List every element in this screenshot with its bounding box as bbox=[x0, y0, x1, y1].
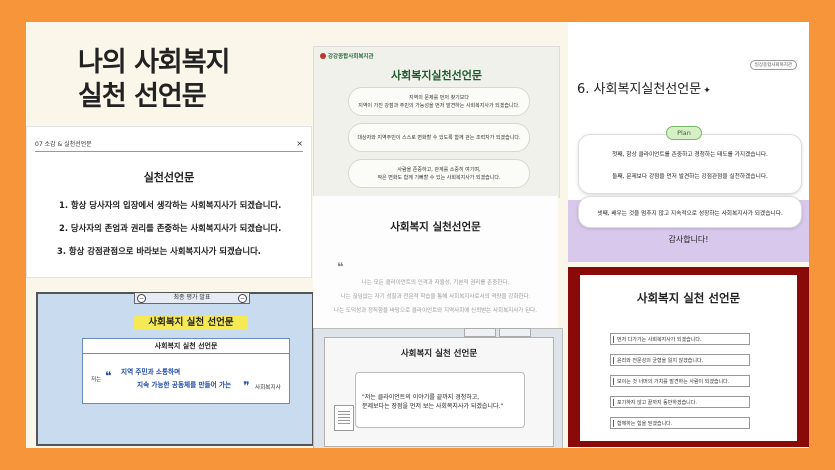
declaration-card-6: 일상종합사회복지관 6. 사회복지실천선언문 ✦ 첫째, 항상 클라이언트를 존중… bbox=[568, 22, 809, 262]
open-quote-icon: ❝ bbox=[105, 369, 112, 383]
card7-item: 보이는 것 너머의 가치를 발견하는 사람이 되겠습니다. bbox=[610, 375, 750, 387]
card3-statement: 대상자와 지역주민이 스스로 변화할 수 있도록 함께 걷는 조력자가 되겠습니… bbox=[348, 123, 530, 152]
declaration-card-2: − 최종 평가 발표 − 사회복지 실천 선언문 사회복지 실천 선언문 저는 … bbox=[36, 292, 314, 446]
card5-text-box: "저는 클라이언트의 이야기를 끝까지 경청하고, 문제보다는 장점을 먼저 보… bbox=[355, 372, 525, 428]
card6-line: 첫째, 항상 클라이언트를 존중하고 경청하는 태도를 가지겠습니다. bbox=[612, 152, 768, 158]
card1-line: 1. 항상 당사자의 입장에서 생각하는 사회복지사가 되겠습니다. bbox=[59, 200, 282, 210]
declaration-card-5: 사회복지 실천 선언문 "저는 클라이언트의 이야기를 끝까지 경청하고, 문제… bbox=[313, 328, 563, 448]
title-line-2: 실천 선언문 bbox=[78, 81, 207, 112]
card5-text: "저는 클라이언트의 이야기를 끝까지 경청하고, 문제보다는 장점을 먼저 보… bbox=[362, 394, 504, 410]
declaration-card-3: 강강종합사회복지관 사회복지실천선언문 지역의 문제를 먼저 찾기보다 지역이 … bbox=[313, 46, 560, 198]
card5-window: 사회복지 실천 선언문 "저는 클라이언트의 이야기를 끝까지 경청하고, 문제… bbox=[324, 337, 554, 447]
card3-logo: 강강종합사회복지관 bbox=[320, 52, 374, 60]
card6-thanks: 감사합니다! bbox=[668, 235, 709, 244]
card7-heading: 사회복지 실천 선언문 bbox=[636, 291, 741, 305]
card2-title-bar: − 최종 평가 발표 − bbox=[134, 293, 250, 304]
card2-bar-label: 최종 평가 발표 bbox=[173, 294, 211, 301]
card3-heading: 사회복지실천선언문 bbox=[390, 69, 483, 82]
window-tab bbox=[499, 328, 531, 337]
card7-item: 윤리와 전문성의 균형을 잃지 않겠습니다. bbox=[610, 354, 750, 366]
card6-title: 6. 사회복지실천선언문 ✦ bbox=[577, 78, 711, 97]
card2-inner-heading: 사회복지 실천 선언문 bbox=[83, 339, 289, 354]
card3-statement: 지역의 문제를 먼저 찾기보다 지역이 가진 강점과 주민의 가능성을 먼저 발… bbox=[348, 87, 530, 116]
card1-breadcrumb: 07 소감 & 실천선언문 bbox=[35, 141, 92, 148]
declaration-card-4: 사회복지 실천선언문 ❝ 나는 모든 클라이언트의 인격과 자율성, 기본적 권… bbox=[313, 196, 558, 328]
card1-line: 3. 항상 강점관점으로 바라보는 사회복지사가 되겠습니다. bbox=[57, 246, 261, 256]
card2-prefix: 저는 bbox=[91, 377, 102, 383]
close-quote-icon: ❞ bbox=[243, 379, 250, 393]
declaration-card-7: 사회복지 실천 선언문 먼저 다가가는 사회복지사가 되겠습니다. 윤리와 전문… bbox=[568, 267, 809, 447]
card4-heading: 사회복지 실천선언문 bbox=[390, 221, 481, 233]
card7-inner: 사회복지 실천 선언문 먼저 다가가는 사회복지사가 되겠습니다. 윤리와 전문… bbox=[580, 275, 797, 441]
close-icon[interactable]: × bbox=[296, 139, 303, 148]
card7-item: 포기하지 않고 끝까지 동반하겠습니다. bbox=[610, 396, 750, 408]
sparkle-icon: ✦ bbox=[703, 86, 711, 96]
card5-heading: 사회복지 실천 선언문 bbox=[400, 349, 478, 359]
title-line-1: 나의 사회복지 bbox=[78, 47, 230, 78]
card3-statement: 사람을 존중하고, 관계를 소중히 여기며, 작은 변화도 함께 기뻐할 수 있… bbox=[348, 159, 530, 188]
card1-header-bar: 07 소감 & 실천선언문 × bbox=[35, 139, 303, 152]
declaration-card-1: 07 소감 & 실천선언문 × 실천선언문 1. 항상 당사자의 입장에서 생각… bbox=[26, 126, 312, 278]
card4-line: 나는 모든 클라이언트의 인격과 자율성, 기본적 권리를 존중한다. bbox=[361, 280, 510, 286]
slide-title: 나의 사회복지 실천 선언문 bbox=[78, 46, 230, 114]
card7-item: 함께하는 힘을 믿겠습니다. bbox=[610, 417, 750, 429]
card1-line: 2. 당사자의 존엄과 권리를 존중하는 사회복지사가 되겠습니다. bbox=[59, 223, 282, 233]
card6-line: 둘째, 문제보다 강점을 먼저 발견하는 강점관점을 실천하겠습니다. bbox=[612, 174, 768, 180]
card4-line: 나는 도덕성과 정직함을 바탕으로 클라이언트와 지역사회에 신뢰받는 사회복지… bbox=[334, 308, 537, 314]
card6-tag: 일상종합사회복지관 bbox=[749, 60, 797, 70]
minus-icon: − bbox=[137, 294, 146, 303]
slide-canvas: 나의 사회복지 실천 선언문 07 소감 & 실천선언문 × 실천선언문 1. … bbox=[26, 22, 809, 448]
card2-pill: 사회복지 실천 선언문 bbox=[134, 316, 248, 330]
minus-icon: − bbox=[238, 294, 247, 303]
card7-item: 먼저 다가가는 사회복지사가 되겠습니다. bbox=[610, 333, 750, 345]
card6-plan-box-2: 셋째, 배우는 것을 멈추지 않고 지속적으로 성장하는 사회복지사가 되겠습니… bbox=[578, 196, 802, 228]
card2-inner-box: 사회복지 실천 선언문 저는 ❝ 지역 주민과 소통하며 지속 가능한 공동체를… bbox=[82, 338, 290, 404]
card2-suffix: 사회복지사 bbox=[255, 385, 281, 391]
card1-heading: 실천선언문 bbox=[143, 171, 195, 184]
card2-line2: 지속 가능한 공동체를 만들어 가는 bbox=[137, 381, 232, 389]
card6-title-text: 6. 사회복지실천선언문 bbox=[577, 82, 702, 97]
card6-line: 셋째, 배우는 것을 멈추지 않고 지속적으로 성장하는 사회복지사가 되겠습니… bbox=[597, 211, 783, 217]
card6-plan-box: 첫째, 항상 클라이언트를 존중하고 경청하는 태도를 가지겠습니다. 둘째, … bbox=[578, 134, 802, 194]
card6-plan-badge: Plan bbox=[666, 126, 702, 140]
window-tab bbox=[464, 328, 496, 337]
card4-line: 나는 끊임없는 자기 성찰과 전문적 학습을 통해 사회복지사로서의 역량을 강… bbox=[340, 294, 531, 300]
card2-line1: 지역 주민과 소통하며 bbox=[121, 368, 181, 376]
document-icon bbox=[334, 405, 354, 431]
quote-icon: ❝ bbox=[337, 260, 344, 274]
